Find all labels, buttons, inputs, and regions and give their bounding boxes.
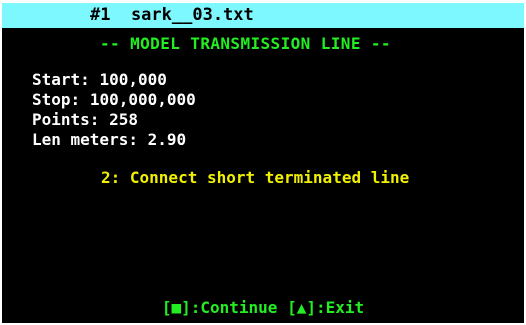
stop-value: 100,000,000 bbox=[89, 90, 196, 109]
title-bar: #1 sark__03.txt bbox=[2, 3, 524, 28]
exit-softkey[interactable]: [▲]:Exit bbox=[287, 298, 364, 317]
start-label: Start: bbox=[32, 70, 90, 89]
points-value: 258 bbox=[109, 110, 138, 129]
softkey-bar: [■]:Continue [▲]:Exit bbox=[2, 300, 524, 316]
instruction-text: 2: Connect short terminated line bbox=[101, 168, 410, 187]
points-label: Points: bbox=[32, 110, 100, 129]
length-label: Len meters: bbox=[32, 130, 138, 149]
start-row: Start: 100,000 bbox=[32, 72, 167, 88]
stop-label: Stop: bbox=[32, 90, 81, 109]
continue-softkey[interactable]: [■]:Continue bbox=[162, 298, 278, 317]
device-screen: #1 sark__03.txt -- MODEL TRANSMISSION LI… bbox=[2, 3, 524, 323]
screen-heading: -- MODEL TRANSMISSION LINE -- bbox=[100, 34, 391, 53]
file-title: #1 sark__03.txt bbox=[90, 5, 254, 25]
points-row: Points: 258 bbox=[32, 112, 138, 128]
start-value: 100,000 bbox=[99, 70, 167, 89]
length-value: 2.90 bbox=[147, 130, 187, 149]
stop-row: Stop: 100,000,000 bbox=[32, 92, 196, 108]
length-row: Len meters: 2.90 bbox=[32, 132, 186, 148]
